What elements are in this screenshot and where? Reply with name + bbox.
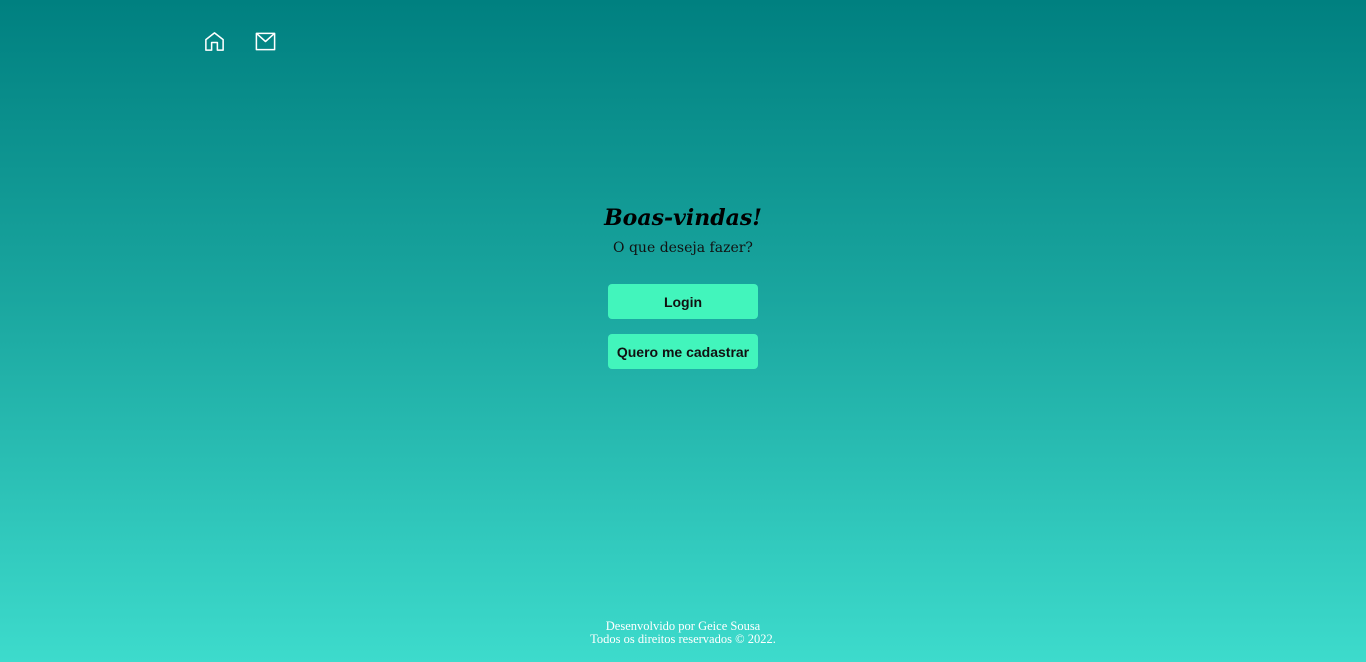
mail-icon xyxy=(255,32,276,51)
home-icon xyxy=(205,32,224,51)
page-title: Boas-vindas! xyxy=(604,205,762,231)
register-button[interactable]: Quero me cadastrar xyxy=(608,334,758,369)
footer: Desenvolvido por Geice Sousa Todos os di… xyxy=(0,620,1366,646)
top-nav xyxy=(203,30,277,53)
footer-copyright: Todos os direitos reservados © 2022. xyxy=(590,632,776,646)
page-subtitle: O que deseja fazer? xyxy=(613,240,753,256)
welcome-section: Boas-vindas! O que deseja fazer? Login Q… xyxy=(0,202,1366,369)
login-button[interactable]: Login xyxy=(608,284,758,319)
home-link[interactable] xyxy=(203,30,226,53)
mail-link[interactable] xyxy=(254,30,277,53)
